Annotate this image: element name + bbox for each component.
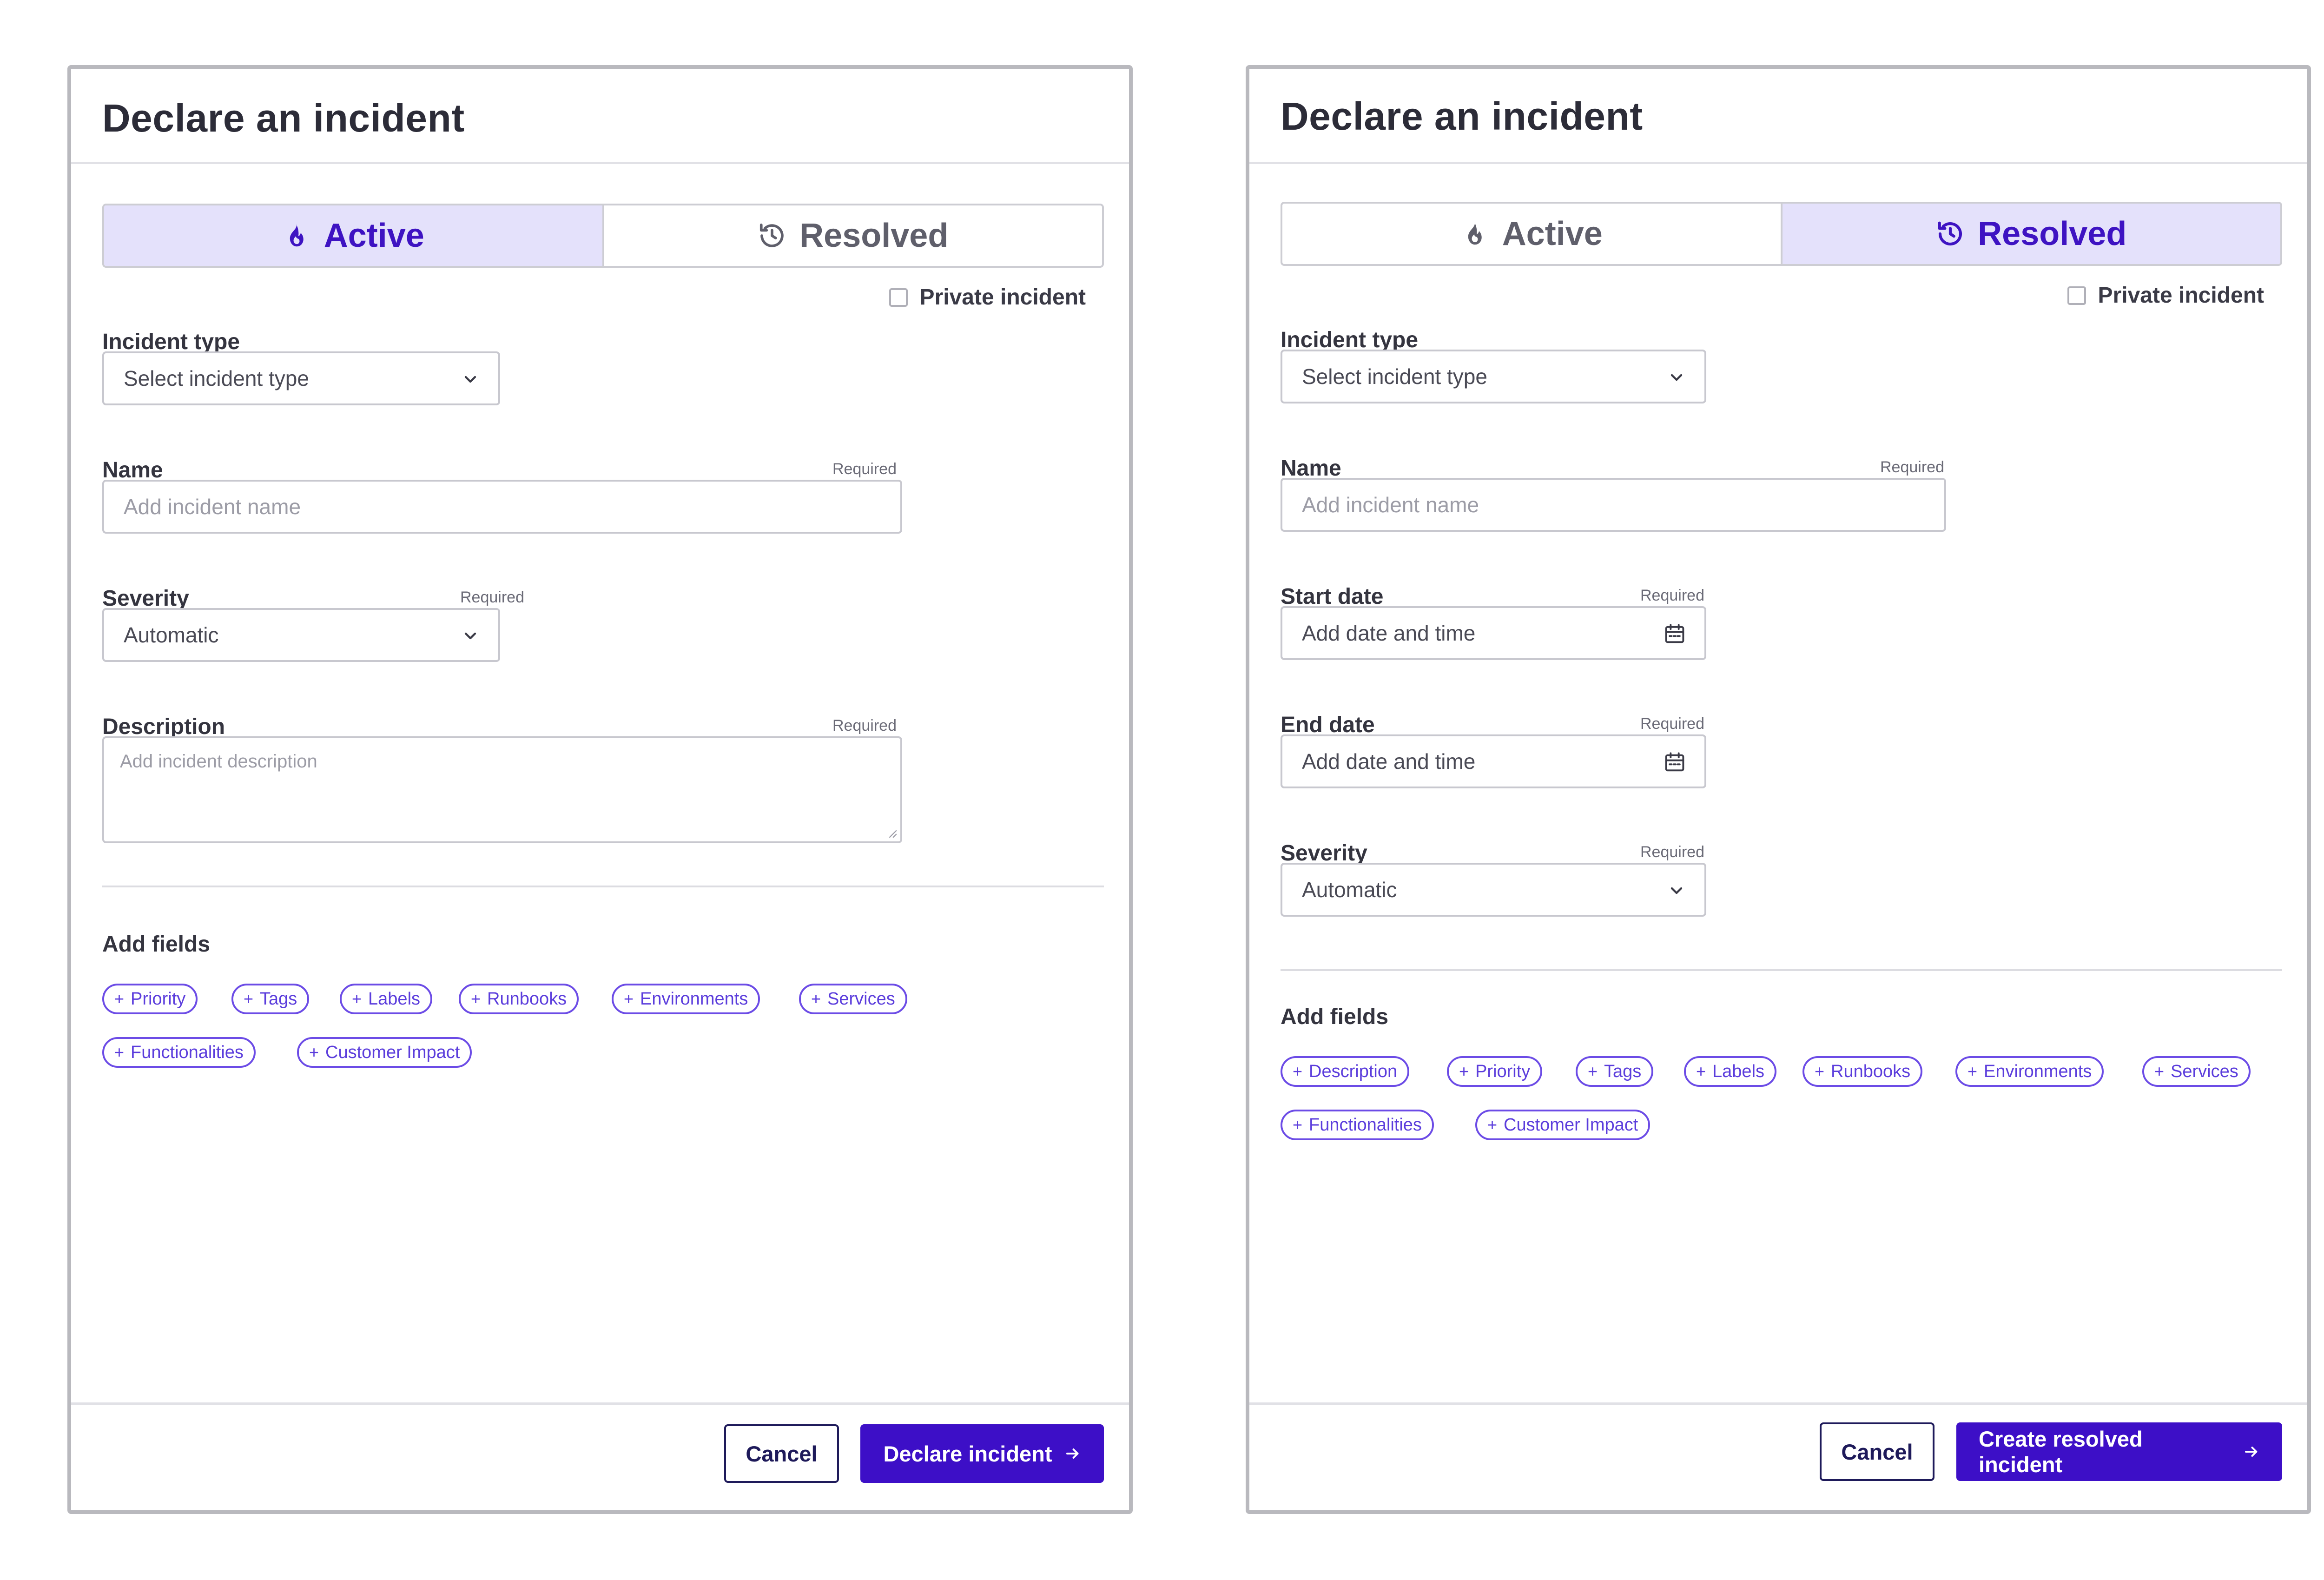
arrow-right-icon [2245,1447,2258,1457]
declare-incident-label: Declare incident [883,1441,1052,1466]
end-date-input[interactable]: Add date and time [1281,734,1706,788]
tab-resolved-label: Resolved [799,217,949,254]
add-field-chip-tags[interactable]: + Tags [1576,1056,1654,1087]
chevron-down-icon [464,632,476,640]
incident-type-label: Incident type [102,330,240,354]
add-field-chip-services[interactable]: + Services [799,984,907,1014]
severity-value: Automatic [124,623,219,647]
calendar-icon[interactable] [1663,622,1687,646]
severity-label: Severity [1281,841,1367,866]
incident-type-select[interactable]: Select incident type [102,351,500,405]
chevron-down-icon [1670,374,1683,381]
create-resolved-incident-label: Create resolved incident [1979,1427,2143,1477]
name-required: Required [832,460,897,478]
start-date-placeholder: Add date and time [1302,621,1476,645]
flame-icon [290,224,304,247]
history-icon [1938,221,1962,246]
private-incident-checkbox[interactable]: Private incident [2067,283,2264,308]
description-required: Required [832,717,897,734]
flame-icon [1468,222,1482,245]
add-field-chip-labels[interactable]: + Labels [1684,1056,1777,1087]
section-divider [1281,969,2282,971]
start-date-input[interactable]: Add date and time [1281,606,1706,660]
add-fields-label: Add fields [1281,1005,1389,1029]
chevron-down-icon [1670,887,1683,894]
add-field-chip-customer-impact[interactable]: + Customer Impact [297,1037,472,1068]
name-label: Name [1281,456,1341,481]
description-placeholder: Add incident description [120,751,317,772]
modal-footer: Cancel Declare incident [71,1402,1129,1510]
declare-incident-modal-resolved: Declare an incident Active Resolved Priv… [1246,65,2311,1514]
severity-value: Automatic [1302,878,1397,902]
add-field-chip-priority[interactable]: + Priority [102,984,198,1014]
modal-header: Declare an incident [1249,69,2307,164]
tab-resolved-label: Resolved [1978,215,2127,252]
tab-active[interactable]: Active [1282,204,1781,264]
add-fields-label: Add fields [102,932,211,957]
private-incident-label: Private incident [2098,283,2264,308]
add-field-chip-runbooks[interactable]: + Runbooks [459,984,579,1014]
section-divider [102,886,1104,887]
declare-incident-modal-active: Declare an incident Active Resolved Priv… [67,65,1133,1514]
modal-footer: Cancel Create resolved incident [1249,1402,2307,1510]
end-date-required: Required [1640,715,1704,733]
add-field-chip-labels[interactable]: + Labels [340,984,433,1014]
name-placeholder: Add incident name [124,495,301,519]
add-field-chip-environments[interactable]: + Environments [612,984,760,1014]
status-toggle: Active Resolved [102,204,1104,268]
name-required: Required [1880,458,1944,476]
name-placeholder: Add incident name [1302,493,1479,517]
incident-type-value: Select incident type [124,366,309,390]
add-field-chip-tags[interactable]: + Tags [231,984,310,1014]
name-input[interactable]: Add incident name [1281,478,1946,532]
add-field-chip-functionalities[interactable]: + Functionalities [102,1037,256,1068]
modal-title: Declare an incident [1281,94,1643,138]
add-field-chip-services[interactable]: + Services [2142,1056,2251,1087]
start-date-label: Start date [1281,584,1384,609]
history-icon [760,223,784,247]
modal-title: Declare an incident [102,96,465,140]
severity-label: Severity [102,586,189,611]
private-incident-checkbox[interactable]: Private incident [889,284,1086,310]
declare-incident-button[interactable]: Declare incident [860,1424,1104,1483]
tab-resolved[interactable]: Resolved [1780,204,2280,264]
cancel-button[interactable]: Cancel [724,1424,839,1483]
tab-active-label: Active [1502,215,1603,252]
chevron-down-icon [464,376,476,383]
name-label: Name [102,458,163,483]
add-field-chip-functionalities[interactable]: + Functionalities [1281,1110,1434,1140]
checkbox-box[interactable] [2067,286,2086,305]
calendar-icon[interactable] [1663,750,1687,774]
incident-type-label: Incident type [1281,328,1419,352]
end-date-placeholder: Add date and time [1302,749,1476,773]
tab-resolved[interactable]: Resolved [602,205,1103,266]
cancel-button[interactable]: Cancel [1820,1422,1934,1481]
add-field-chip-environments[interactable]: + Environments [1955,1056,2104,1087]
severity-select[interactable]: Automatic [1281,863,1706,917]
incident-type-select[interactable]: Select incident type [1281,350,1706,403]
modal-header: Declare an incident [71,69,1129,164]
add-field-chip-customer-impact[interactable]: + Customer Impact [1475,1110,1651,1140]
add-field-chip-runbooks[interactable]: + Runbooks [1802,1056,1923,1087]
add-field-chip-priority[interactable]: + Priority [1447,1056,1543,1087]
name-input[interactable]: Add incident name [102,480,902,534]
severity-required: Required [1640,843,1704,861]
tab-active[interactable]: Active [104,205,602,266]
incident-type-value: Select incident type [1302,364,1487,389]
arrow-right-icon [1066,1448,1078,1459]
add-field-chip-description[interactable]: + Description [1281,1056,1410,1087]
checkbox-box[interactable] [889,288,908,307]
severity-required: Required [460,588,524,606]
create-resolved-incident-button[interactable]: Create resolved incident [1956,1422,2282,1481]
private-incident-label: Private incident [919,285,1086,310]
description-textarea[interactable]: Add incident description [102,736,902,843]
tab-active-label: Active [324,217,424,254]
resize-grip-icon[interactable] [887,828,898,839]
start-date-required: Required [1640,587,1704,604]
status-toggle: Active Resolved [1281,202,2282,266]
severity-select[interactable]: Automatic [102,608,500,662]
description-label: Description [102,714,225,739]
end-date-label: End date [1281,713,1375,737]
